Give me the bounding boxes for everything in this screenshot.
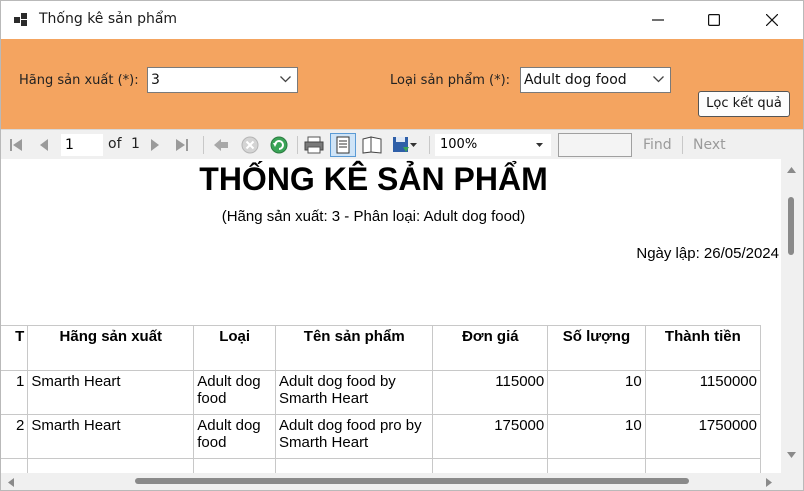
- total-cell: 1150000: [644, 370, 762, 415]
- maximize-icon: [708, 14, 720, 26]
- find-next-button[interactable]: Next: [693, 137, 726, 153]
- next-page-icon: [151, 139, 159, 151]
- report-title: THỐNG KÊ SẢN PHẨM: [199, 161, 548, 197]
- chevron-down-icon: [280, 76, 291, 83]
- first-page-button[interactable]: [7, 135, 25, 155]
- stop-icon: [241, 136, 259, 154]
- manufacturer-cell: Smarth Heart: [27, 370, 195, 415]
- close-icon: [766, 14, 778, 26]
- horizontal-scrollbar[interactable]: [1, 473, 781, 490]
- quantity-cell: 10: [547, 414, 646, 459]
- scroll-left-icon: [8, 478, 14, 487]
- page-total-label: 1: [131, 136, 140, 152]
- scroll-corner: [781, 464, 803, 490]
- zoom-value: 100%: [440, 137, 478, 152]
- vertical-scroll-thumb[interactable]: [788, 197, 794, 255]
- print-layout-button[interactable]: [330, 133, 356, 157]
- previous-page-button[interactable]: [35, 135, 53, 155]
- toolbar-separator: [429, 136, 430, 154]
- product-name-cell: Adult dog food by Smarth Heart: [275, 370, 434, 415]
- category-label: Loại sản phẩm (*):: [390, 73, 511, 88]
- last-page-button[interactable]: [173, 135, 191, 155]
- report-page: THỐNG KÊ SẢN PHẨM (Hãng sản xuất: 3 - Ph…: [1, 159, 781, 473]
- page-layout-icon: [336, 136, 350, 154]
- page-setup-button[interactable]: [361, 135, 383, 155]
- chevron-down-icon: [409, 143, 417, 147]
- scroll-right-icon: [766, 478, 772, 487]
- toolbar-separator: [203, 136, 204, 154]
- column-header: T: [1, 325, 29, 371]
- column-header: Loại: [193, 325, 277, 371]
- column-header: Thành tiền: [644, 325, 762, 371]
- type-cell: Adult dog food: [193, 414, 277, 459]
- unit-price-cell: 175000: [432, 414, 549, 459]
- scroll-up-icon: [787, 167, 796, 173]
- page-setup-icon: [362, 136, 382, 154]
- category-value: Adult dog food: [524, 72, 627, 88]
- export-button[interactable]: [389, 135, 419, 155]
- table-row: 1 Smarth Heart Adult dog food Adult dog …: [1, 370, 762, 415]
- last-page-icon: [176, 139, 188, 151]
- filter-panel: Hãng sản xuất (*): 3 Loại sản phẩm (*): …: [1, 39, 803, 129]
- type-cell: Adult dog food: [193, 370, 277, 415]
- manufacturer-select[interactable]: 3: [147, 67, 298, 93]
- category-select[interactable]: Adult dog food: [520, 67, 671, 93]
- page-of-label: of: [108, 136, 122, 152]
- first-page-icon: [10, 139, 22, 151]
- filter-results-button[interactable]: Lọc kết quả: [698, 91, 790, 117]
- back-button[interactable]: [211, 135, 231, 155]
- column-header: Đơn giá: [432, 325, 549, 371]
- window-title: Thống kê sản phẩm: [39, 11, 178, 27]
- print-button[interactable]: [303, 135, 325, 155]
- quantity-cell: 10: [547, 370, 646, 415]
- title-bar[interactable]: Thống kê sản phẩm: [1, 1, 803, 39]
- toolbar-separator: [682, 136, 683, 154]
- unit-price-cell: 115000: [432, 370, 549, 415]
- page-number-input[interactable]: 1: [61, 134, 103, 156]
- printer-icon: [304, 136, 324, 154]
- refresh-icon: [270, 136, 288, 154]
- total-cell: 1750000: [644, 414, 762, 459]
- save-icon: [392, 137, 409, 152]
- manufacturer-cell: Smarth Heart: [27, 414, 195, 459]
- chevron-down-icon: [653, 76, 664, 83]
- close-button[interactable]: [749, 1, 795, 39]
- main-window: Thống kê sản phẩm Hãng sản xuất (*): 3 L…: [0, 0, 804, 491]
- previous-page-icon: [40, 139, 48, 151]
- vertical-scrollbar[interactable]: [781, 159, 803, 464]
- row-number-cell: 2: [1, 414, 29, 459]
- minimize-button[interactable]: [635, 1, 681, 39]
- scroll-down-icon: [787, 452, 796, 458]
- maximize-button[interactable]: [691, 1, 737, 39]
- minimize-icon: [652, 19, 664, 21]
- find-input[interactable]: [558, 133, 632, 157]
- column-header: Tên sản phẩm: [275, 325, 434, 371]
- back-arrow-icon: [214, 139, 228, 151]
- zoom-select[interactable]: 100%: [435, 134, 551, 156]
- horizontal-scroll-thumb[interactable]: [135, 478, 689, 484]
- manufacturer-value: 3: [151, 72, 160, 88]
- column-header: Hãng sản xuất: [27, 325, 195, 371]
- chevron-down-icon: [536, 143, 543, 147]
- product-name-cell: Adult dog food pro by Smarth Heart: [275, 414, 434, 459]
- find-button[interactable]: Find: [643, 137, 672, 153]
- next-page-button[interactable]: [146, 135, 164, 155]
- report-table: T Hãng sản xuất Loại Tên sản phẩm Đơn gi…: [1, 325, 762, 473]
- table-header-row: T Hãng sản xuất Loại Tên sản phẩm Đơn gi…: [1, 325, 762, 371]
- table-row: 2 Smarth Heart Adult dog food Adult dog …: [1, 414, 762, 459]
- report-toolbar: 1 of 1 100% Find Next: [1, 129, 803, 160]
- column-header: Số lượng: [547, 325, 646, 371]
- stop-button[interactable]: [239, 135, 261, 155]
- app-icon: [14, 13, 27, 26]
- report-subtitle: (Hãng sản xuất: 3 - Phân loại: Adult dog…: [221, 208, 526, 225]
- manufacturer-label: Hãng sản xuất (*):: [19, 73, 139, 88]
- table-row: [1, 458, 762, 473]
- toolbar-separator: [297, 136, 298, 154]
- row-number-cell: 1: [1, 370, 29, 415]
- report-date: Ngày lập: 26/05/2024: [636, 245, 779, 262]
- refresh-button[interactable]: [268, 135, 290, 155]
